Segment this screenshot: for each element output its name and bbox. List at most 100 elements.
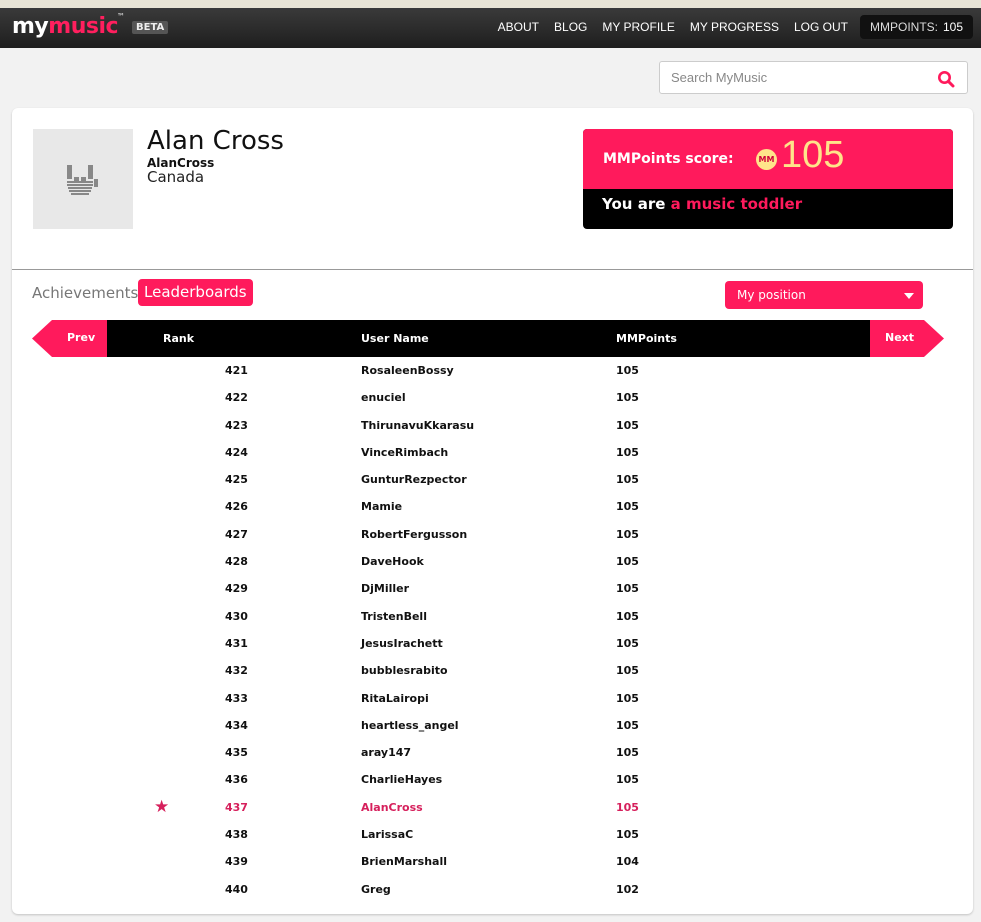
position-select-value: My position <box>737 288 806 302</box>
section-divider <box>12 269 973 270</box>
mmpoints-badge-label: MMPOINTS: <box>869 20 938 34</box>
row-rank: 423 <box>225 418 248 432</box>
top-decor-strip <box>0 0 981 8</box>
table-row: 426 Mamie 105 <box>12 495 973 522</box>
row-username[interactable]: GunturRezpector <box>361 473 467 486</box>
score-value: 105 <box>781 134 845 176</box>
nav-my-progress[interactable]: MY PROGRESS <box>690 20 779 34</box>
row-username[interactable]: bubblesrabito <box>361 664 448 677</box>
star-icon: ★ <box>154 796 170 817</box>
level-link[interactable]: a music toddler <box>671 195 803 213</box>
row-username[interactable]: aray147 <box>361 746 411 759</box>
row-points: 102 <box>616 882 639 896</box>
row-rank: 425 <box>225 473 248 487</box>
table-row: 432 bubblesrabito 105 <box>12 659 973 686</box>
row-points: 105 <box>616 746 639 760</box>
row-username[interactable]: DjMiller <box>361 582 409 595</box>
level-prefix: You are <box>602 195 666 213</box>
row-username[interactable]: CharlieHayes <box>361 773 442 786</box>
table-row: 439 BrienMarshall 104 <box>12 850 973 877</box>
table-row: 431 JesusIrachett 105 <box>12 632 973 659</box>
row-rank: 428 <box>225 555 248 569</box>
top-navbar: mymusic ™ BETA ABOUT BLOG MY PROFILE MY … <box>0 8 981 48</box>
profile-card: Alan Cross AlanCross Canada MMPoints sco… <box>12 108 973 914</box>
table-row: 433 RitaLairopi 105 <box>12 687 973 714</box>
mymusic-logo[interactable]: mymusic ™ <box>12 12 125 39</box>
row-rank: 435 <box>225 746 248 760</box>
row-points: 104 <box>616 855 639 869</box>
table-row: 424 VinceRimbach 105 <box>12 441 973 468</box>
beta-badge: BETA <box>132 21 169 34</box>
row-username[interactable]: Mamie <box>361 500 402 513</box>
mmpoints-badge-value: 105 <box>942 20 964 34</box>
rock-hand-icon <box>67 165 98 195</box>
table-row: 436 CharlieHayes 105 <box>12 768 973 795</box>
profile-name: Alan Cross <box>147 126 284 156</box>
row-points: 105 <box>616 582 639 596</box>
row-points: 105 <box>616 800 639 814</box>
nav-log-out[interactable]: LOG OUT <box>794 20 848 34</box>
table-row: 438 LarissaC 105 <box>12 823 973 850</box>
leaderboard-rows: 421 RosaleenBossy 105 422 enuciel 105 423 Thiru… <box>12 359 973 905</box>
row-points: 105 <box>616 555 639 569</box>
table-row: 429 DjMiller 105 <box>12 577 973 604</box>
row-rank: 424 <box>225 445 248 459</box>
chevron-down-icon <box>904 293 914 299</box>
table-row-current-user: ★ 437 AlanCross 105 <box>12 796 973 823</box>
table-row: 435 aray147 105 <box>12 741 973 768</box>
row-username[interactable]: enuciel <box>361 391 406 404</box>
table-row: 428 DaveHook 105 <box>12 550 973 577</box>
row-rank: 430 <box>225 609 248 623</box>
nav-about[interactable]: ABOUT <box>498 20 539 34</box>
row-username[interactable]: AlanCross <box>361 801 423 814</box>
row-points: 105 <box>616 364 639 377</box>
row-username[interactable]: BrienMarshall <box>361 855 447 868</box>
row-username[interactable]: Greg <box>361 883 391 896</box>
table-row: 425 GunturRezpector 105 <box>12 468 973 495</box>
row-rank: 422 <box>225 391 248 405</box>
row-username[interactable]: JesusIrachett <box>361 637 443 650</box>
tab-leaderboards[interactable]: Leaderboards <box>138 279 253 306</box>
row-points: 105 <box>616 500 639 514</box>
tab-achievements[interactable]: Achievements <box>32 284 138 302</box>
row-username[interactable]: ThirunavuKkarasu <box>361 419 474 432</box>
row-username[interactable]: LarissaC <box>361 828 413 841</box>
row-username[interactable]: TristenBell <box>361 610 427 623</box>
table-row: 422 enuciel 105 <box>12 386 973 413</box>
position-select[interactable]: My position <box>725 281 923 309</box>
row-points: 105 <box>616 828 639 842</box>
row-rank: 431 <box>225 636 248 650</box>
row-points: 105 <box>616 773 639 787</box>
nav-links: ABOUT BLOG MY PROFILE MY PROGRESS LOG OU… <box>498 20 848 34</box>
search-box <box>659 61 968 94</box>
row-points: 105 <box>616 527 639 541</box>
row-rank: 437 <box>225 800 248 814</box>
row-rank: 421 <box>225 364 248 377</box>
row-rank: 433 <box>225 691 248 705</box>
row-username[interactable]: RosaleenBossy <box>361 364 454 377</box>
row-username[interactable]: VinceRimbach <box>361 446 448 459</box>
row-rank: 427 <box>225 527 248 541</box>
row-username[interactable]: RitaLairopi <box>361 692 429 705</box>
row-points: 105 <box>616 473 639 487</box>
row-points: 105 <box>616 391 639 405</box>
mmpoints-score-box: MMPoints score: MM 105 You are a music t… <box>583 129 953 229</box>
row-rank: 438 <box>225 828 248 842</box>
next-button[interactable]: Next <box>870 320 944 357</box>
row-username[interactable]: DaveHook <box>361 555 424 568</box>
mmpoints-badge[interactable]: MMPOINTS: 105 <box>860 15 973 39</box>
prev-button[interactable]: Prev <box>32 320 107 357</box>
row-rank: 426 <box>225 500 248 514</box>
nav-blog[interactable]: BLOG <box>554 20 587 34</box>
leaderboard-header-bar: Rank User Name MMPoints <box>107 320 870 357</box>
row-username[interactable]: heartless_angel <box>361 719 459 732</box>
row-username[interactable]: RobertFergusson <box>361 528 467 541</box>
search-icon[interactable] <box>937 70 955 88</box>
profile-country: Canada <box>147 168 205 186</box>
row-rank: 432 <box>225 664 248 678</box>
nav-my-profile[interactable]: MY PROFILE <box>602 20 674 34</box>
search-input[interactable] <box>669 69 923 86</box>
table-row: 427 RobertFergusson 105 <box>12 523 973 550</box>
table-row: 440 Greg 102 <box>12 878 973 905</box>
table-row: 423 ThirunavuKkarasu 105 <box>12 414 973 441</box>
